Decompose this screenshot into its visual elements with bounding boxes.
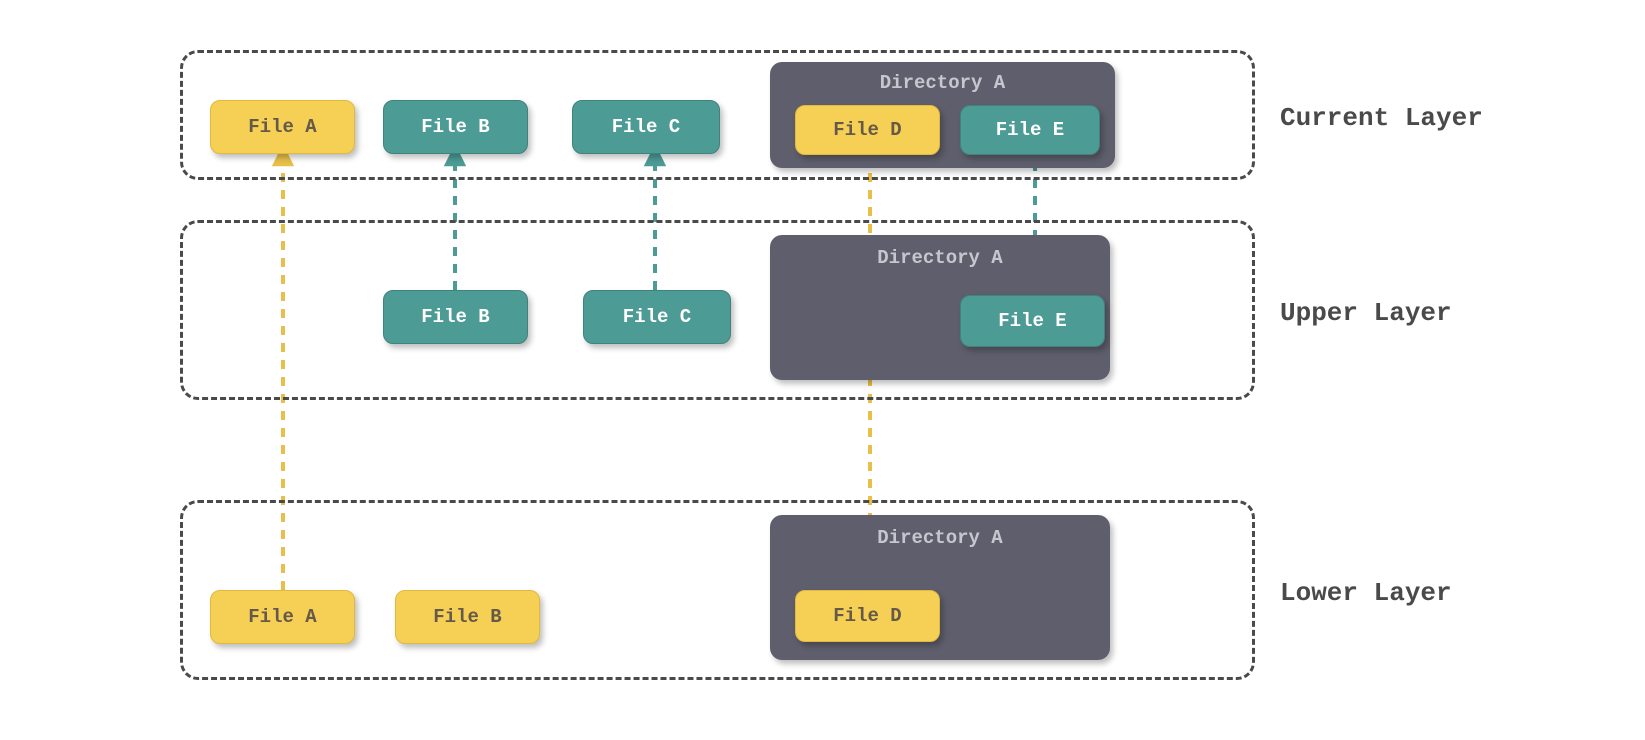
file-b-current: File B	[383, 100, 528, 154]
file-b-upper-label: File B	[421, 306, 489, 328]
file-a-lower: File A	[210, 590, 355, 644]
file-c-current: File C	[572, 100, 720, 154]
lower-layer-label: Lower Layer	[1280, 578, 1452, 608]
file-a-current: File A	[210, 100, 355, 154]
file-e-upper-label: File E	[998, 310, 1066, 332]
file-d-lower-label: File D	[833, 605, 901, 627]
file-d-current: File D	[795, 105, 940, 155]
file-b-lower: File B	[395, 590, 540, 644]
file-c-upper: File C	[583, 290, 731, 344]
file-d-current-label: File D	[833, 119, 901, 141]
file-b-current-label: File B	[421, 116, 489, 138]
file-c-upper-label: File C	[623, 306, 691, 328]
file-d-lower: File D	[795, 590, 940, 642]
file-a-current-label: File A	[248, 116, 316, 138]
upper-layer-label: Upper Layer	[1280, 298, 1452, 328]
file-a-lower-label: File A	[248, 606, 316, 628]
file-b-upper: File B	[383, 290, 528, 344]
directory-a-current-label: Directory A	[770, 72, 1115, 94]
directory-a-lower-label: Directory A	[770, 527, 1110, 549]
current-layer-label: Current Layer	[1280, 103, 1483, 133]
file-c-current-label: File C	[612, 116, 680, 138]
directory-a-upper-label: Directory A	[770, 247, 1110, 269]
file-e-upper: File E	[960, 295, 1105, 347]
diagram-canvas: Lower Layer Directory A File D File A Fi…	[0, 0, 1645, 740]
file-e-current-label: File E	[996, 119, 1064, 141]
file-e-current: File E	[960, 105, 1100, 155]
file-b-lower-label: File B	[433, 606, 501, 628]
